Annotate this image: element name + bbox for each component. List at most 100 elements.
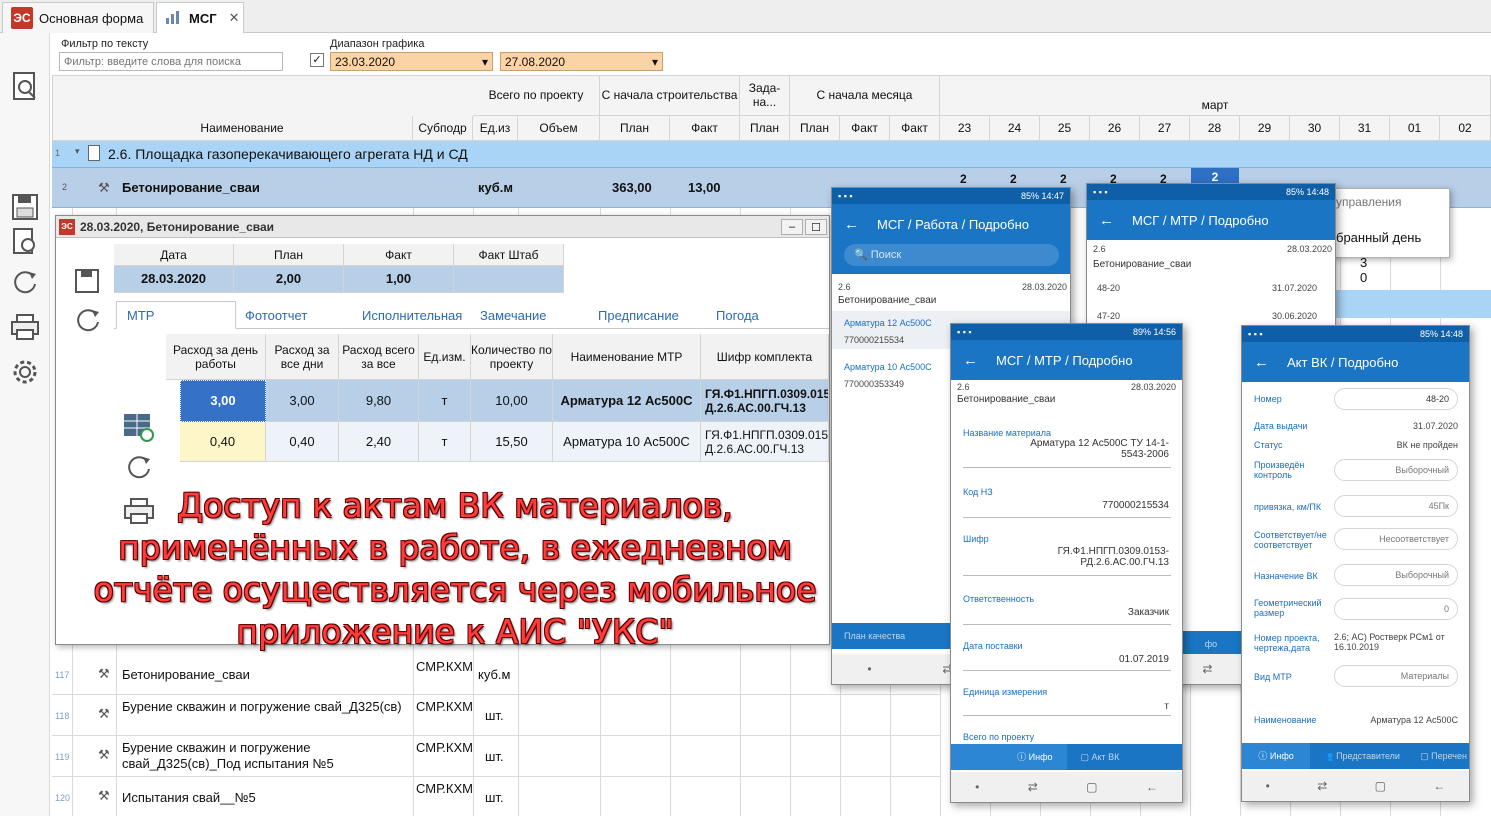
- col-sub[interactable]: Субподр: [413, 116, 473, 141]
- tab-weather[interactable]: Погода: [706, 301, 824, 329]
- back-arrow-icon[interactable]: ←: [1099, 212, 1114, 229]
- day-col[interactable]: 25: [1040, 116, 1090, 141]
- print-icon[interactable]: [8, 310, 42, 344]
- act-number[interactable]: 48-20: [1097, 283, 1120, 293]
- tab-remark[interactable]: Замечание: [470, 301, 588, 329]
- day-col[interactable]: 26: [1090, 116, 1140, 141]
- mtr-cell-name[interactable]: Арматура 10 Ас500С: [553, 422, 701, 462]
- tab-executive[interactable]: Исполнительная: [352, 301, 470, 329]
- row-sub: СМР.КХМ: [416, 659, 473, 674]
- tab-representatives[interactable]: 👥 Представители: [1310, 751, 1412, 762]
- col-fact[interactable]: Факт: [670, 116, 740, 141]
- summary-fact-staff[interactable]: [454, 266, 564, 293]
- mtr-cell-day[interactable]: 0,40: [180, 422, 266, 462]
- day-col[interactable]: 30: [1290, 116, 1340, 141]
- field-label: Единица измерения: [963, 687, 1048, 697]
- mtr-cell-all[interactable]: 3,00: [266, 380, 339, 422]
- day-col[interactable]: 24: [990, 116, 1040, 141]
- context-menu-item[interactable]: управления: [1336, 195, 1401, 209]
- mtr-cell-unit[interactable]: т: [419, 422, 471, 462]
- col-task-plan[interactable]: План: [740, 116, 790, 141]
- mtr-cell-code[interactable]: ГЯ.Ф1.НПГП.0309.015 Д.2.6.АС.00.ГЧ.13: [701, 422, 829, 462]
- field-value: Арматура 12 Ас500С ТУ 14-1-5543-2006: [1030, 438, 1169, 460]
- document-icon: [88, 145, 100, 161]
- col-month-fact[interactable]: Факт: [840, 116, 890, 141]
- mtr-cell-qty[interactable]: 10,00: [471, 380, 553, 422]
- tab-photo[interactable]: Фотоотчет: [235, 301, 350, 329]
- mtr-cell-all[interactable]: 0,40: [266, 422, 339, 462]
- date-to-select[interactable]: 27.08.2020 ▾: [500, 52, 663, 71]
- date-from-select[interactable]: 23.03.2020 ▾: [330, 52, 493, 71]
- day-col[interactable]: 27: [1140, 116, 1190, 141]
- day-col[interactable]: 23: [940, 116, 990, 141]
- day-col[interactable]: 31: [1340, 116, 1390, 141]
- field-value: 45Пк: [1334, 495, 1458, 517]
- mtr-cell-day[interactable]: 3,00: [180, 380, 266, 422]
- add-table-icon[interactable]: [123, 413, 155, 446]
- back-arrow-icon[interactable]: ←: [844, 216, 859, 233]
- tab-msg[interactable]: МСГ ✕: [156, 2, 244, 33]
- mtr-col: Ед.изм.: [419, 334, 471, 380]
- col-plan[interactable]: План: [600, 116, 670, 141]
- mtr-cell-unit[interactable]: т: [419, 380, 471, 422]
- summary-date[interactable]: 28.03.2020: [114, 266, 234, 293]
- tab-act-vk[interactable]: ▢ Акт ВК: [1067, 752, 1120, 763]
- tab-quality-plan[interactable]: План качества: [844, 631, 905, 641]
- col-month-plan[interactable]: План: [790, 116, 840, 141]
- collapse-icon[interactable]: ▾: [75, 146, 80, 157]
- close-icon[interactable]: ✕: [229, 10, 240, 26]
- mtr-cell-name[interactable]: Арматура 12 Ас500С: [553, 380, 701, 422]
- minimize-button[interactable]: –: [781, 219, 803, 235]
- save-icon[interactable]: [8, 190, 42, 224]
- field-value: ГЯ.Ф1.НПГП.0309.0153-РД.2.6.АС.00.ГЧ.13: [1057, 546, 1169, 568]
- col-volume[interactable]: Объем: [518, 116, 600, 141]
- refresh-icon[interactable]: [74, 306, 102, 337]
- tab-info[interactable]: ⓘ Инфо: [951, 744, 1067, 770]
- header-since-start: С начала строительства: [600, 75, 740, 116]
- mtr-cell-total[interactable]: 9,80: [339, 380, 419, 422]
- col-name[interactable]: Наименование: [72, 116, 413, 141]
- save-icon[interactable]: [74, 268, 100, 297]
- summary-fact[interactable]: 1,00: [344, 266, 454, 293]
- context-menu-item[interactable]: бранный день: [1336, 230, 1421, 245]
- work-icon: ⚒: [98, 180, 110, 195]
- search-input[interactable]: 🔍 Поиск: [844, 244, 1059, 266]
- refresh-icon[interactable]: [8, 265, 42, 299]
- day-col[interactable]: 28: [1190, 116, 1240, 141]
- mtr-cell-qty[interactable]: 15,50: [471, 422, 553, 462]
- row-unit: куб.м: [478, 667, 511, 682]
- filter-text-input[interactable]: [59, 52, 283, 71]
- maximize-button[interactable]: ☐: [805, 219, 827, 235]
- refresh-icon[interactable]: [125, 453, 153, 484]
- back-arrow-icon[interactable]: ←: [1254, 354, 1269, 371]
- tab-main-form[interactable]: ЭС Основная форма: [2, 2, 154, 33]
- left-toolbar: [0, 33, 50, 816]
- settings-icon[interactable]: [8, 355, 42, 389]
- col-month-fact2[interactable]: Факт: [890, 116, 940, 141]
- report-search-icon[interactable]: [8, 225, 42, 259]
- overlay-caption: Доступ к актам ВК материалов, применённы…: [93, 486, 817, 651]
- row-name: Испытания свай__№5: [122, 790, 256, 805]
- day-col[interactable]: 02: [1440, 116, 1491, 141]
- back-arrow-icon[interactable]: ←: [963, 352, 978, 369]
- field-label: Дата выдачи: [1254, 421, 1308, 431]
- tab-mtr[interactable]: МТР: [116, 301, 236, 329]
- day-col[interactable]: 01: [1390, 116, 1440, 141]
- phone-header: ← Акт ВК / Подробно: [1242, 342, 1469, 382]
- summary-plan[interactable]: 2,00: [234, 266, 344, 293]
- tab-prescription[interactable]: Предписание: [588, 301, 706, 329]
- tab-info[interactable]: ⓘ Инфо: [1242, 743, 1311, 769]
- mtr-cell-code[interactable]: ГЯ.Ф1.НПГП.0309.015 Д.2.6.АС.00.ГЧ.13: [701, 380, 829, 422]
- mtr-col: Количество по проекту: [471, 334, 553, 380]
- status-bar: ▪ ▪ ▪ 89% 14:56: [951, 324, 1182, 340]
- item-title: Арматура 12 Ас500С: [844, 318, 932, 328]
- mtr-cell-total[interactable]: 2,40: [339, 422, 419, 462]
- range-checkbox[interactable]: ✓: [310, 53, 324, 67]
- col-unit[interactable]: Ед.из: [473, 116, 518, 141]
- document-search-icon[interactable]: [8, 70, 42, 104]
- act-number[interactable]: 47-20: [1097, 311, 1120, 321]
- field-label: Код НЗ: [963, 487, 993, 497]
- day-col[interactable]: 29: [1240, 116, 1290, 141]
- android-nav: • ⇄ ▢ ←: [1242, 771, 1469, 801]
- tab-list[interactable]: ▢ Перечен: [1412, 751, 1469, 762]
